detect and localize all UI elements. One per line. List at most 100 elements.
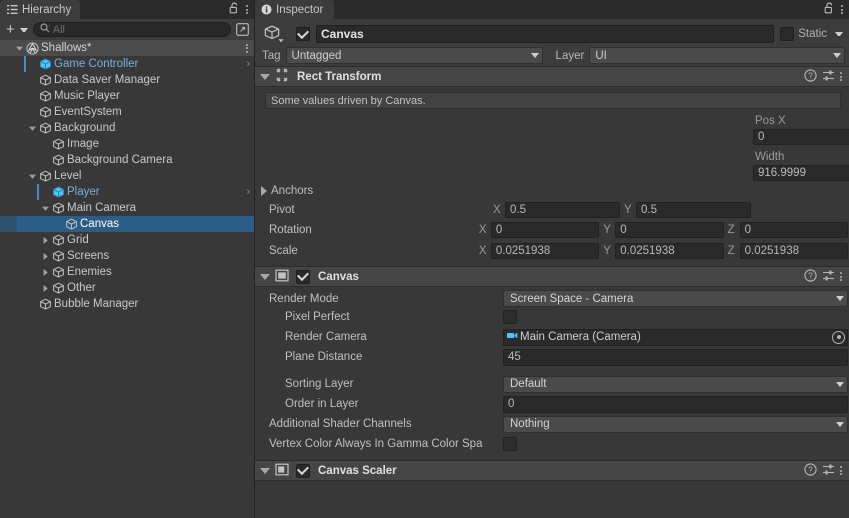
- scale-y-field[interactable]: 0.0251938: [615, 242, 724, 259]
- help-icon[interactable]: ?: [804, 268, 817, 285]
- kebab-menu-icon[interactable]: [246, 5, 248, 14]
- hierarchy-toolbar: + All: [0, 19, 254, 40]
- rotation-z-field[interactable]: 0: [739, 221, 848, 238]
- hierarchy-row-enemies[interactable]: Enemies: [0, 264, 254, 280]
- chevron-down-icon[interactable]: [39, 200, 51, 216]
- width-field[interactable]: 916.9999: [753, 165, 849, 181]
- shader-channels-dropdown[interactable]: Nothing: [503, 415, 848, 433]
- hierarchy-row-game-controller[interactable]: Game Controller ›: [0, 56, 254, 72]
- create-button[interactable]: +: [3, 22, 30, 38]
- kebab-menu-icon[interactable]: [840, 72, 842, 81]
- static-checkbox[interactable]: [780, 27, 795, 41]
- help-icon[interactable]: ?: [804, 68, 817, 85]
- arrow-spacer: [26, 56, 38, 72]
- svg-text:?: ?: [808, 464, 813, 474]
- order-in-layer-field[interactable]: 0: [503, 395, 848, 413]
- rotation-x-field[interactable]: 0: [490, 221, 600, 238]
- scale-x-value: 0.0251938: [495, 244, 551, 257]
- hierarchy-row-other[interactable]: Other: [0, 280, 254, 296]
- hierarchy-row-bubble-manager[interactable]: Bubble Manager: [0, 296, 254, 312]
- scale-z-axis: Z: [727, 244, 735, 257]
- chevron-right-icon[interactable]: [39, 280, 51, 296]
- camera-icon: [507, 331, 518, 343]
- hierarchy-row-background[interactable]: Background: [0, 120, 254, 136]
- arrow-spacer: [39, 136, 51, 152]
- hierarchy-row-screens[interactable]: Screens: [0, 248, 254, 264]
- object-picker-icon[interactable]: [832, 330, 845, 344]
- canvas-scaler-enabled-checkbox[interactable]: [296, 463, 310, 478]
- plane-distance-field[interactable]: 45: [503, 348, 848, 366]
- preset-icon[interactable]: [822, 463, 835, 479]
- hierarchy-row-shallows[interactable]: Shallows*: [0, 40, 254, 56]
- preset-icon[interactable]: [822, 69, 835, 85]
- component-header-canvas[interactable]: Canvas ?: [255, 266, 849, 287]
- hierarchy-tab-icons: [229, 0, 254, 19]
- vertex-gamma-checkbox[interactable]: [503, 437, 517, 451]
- hierarchy-row-data-saver-manager[interactable]: Data Saver Manager: [0, 72, 254, 88]
- component-title: Canvas Scaler: [318, 464, 397, 477]
- gameobject-name-field[interactable]: Canvas: [316, 25, 775, 43]
- pivot-x-field[interactable]: 0.5: [505, 201, 620, 218]
- sorting-layer-dropdown[interactable]: Default: [503, 375, 848, 393]
- scale-x-field[interactable]: 0.0251938: [490, 242, 600, 259]
- prefab-indicator: [37, 184, 39, 200]
- lock-open-icon[interactable]: [229, 2, 240, 17]
- kebab-menu-icon[interactable]: [840, 466, 842, 475]
- preset-icon[interactable]: [822, 269, 835, 285]
- kebab-menu-icon[interactable]: [246, 43, 248, 53]
- chevron-down-icon[interactable]: [26, 168, 38, 184]
- hierarchy-row-canvas[interactable]: Canvas: [0, 216, 254, 232]
- hierarchy-row-label: Main Camera: [67, 202, 137, 214]
- render-mode-dropdown[interactable]: Screen Space - Camera: [503, 290, 848, 307]
- tab-inspector[interactable]: Inspector: [255, 0, 335, 19]
- chevron-down-icon[interactable]: [26, 120, 38, 136]
- hierarchy-row-background-camera[interactable]: Background Camera: [0, 152, 254, 168]
- help-icon[interactable]: ?: [804, 462, 817, 479]
- rotation-y-field[interactable]: 0: [615, 221, 724, 238]
- hierarchy-tree[interactable]: Shallows* Game Controller › Data Saver Mana…: [0, 40, 254, 518]
- search-advanced-button[interactable]: [234, 22, 251, 38]
- chevron-down-icon[interactable]: [13, 40, 25, 56]
- canvas-enabled-checkbox[interactable]: [296, 269, 310, 284]
- hierarchy-row-image[interactable]: Image: [0, 136, 254, 152]
- pixel-perfect-checkbox[interactable]: [503, 310, 517, 324]
- chevron-right-icon[interactable]: [39, 248, 51, 264]
- canvas-icon: [275, 269, 289, 285]
- hierarchy-row-label: Music Player: [54, 90, 120, 102]
- kebab-menu-icon[interactable]: [840, 272, 842, 281]
- hierarchy-row-music-player[interactable]: Music Player: [0, 88, 254, 104]
- tab-hierarchy[interactable]: Hierarchy: [0, 0, 81, 19]
- gameobject-icon: [262, 23, 290, 45]
- expand-triangle-icon[interactable]: [261, 185, 267, 196]
- collapse-triangle-icon[interactable]: [260, 73, 270, 80]
- lock-open-icon[interactable]: [824, 2, 835, 17]
- open-prefab-icon[interactable]: ›: [246, 186, 250, 198]
- hierarchy-row-main-camera[interactable]: Main Camera: [0, 200, 254, 216]
- collapse-triangle-icon[interactable]: [260, 273, 270, 280]
- hierarchy-row-player[interactable]: Player ›: [0, 184, 254, 200]
- open-prefab-icon[interactable]: ›: [246, 58, 250, 70]
- hierarchy-row-eventsystem[interactable]: EventSystem: [0, 104, 254, 120]
- chevron-right-icon[interactable]: [39, 264, 51, 280]
- selection-indicator: [0, 216, 17, 232]
- hierarchy-row-level[interactable]: Level: [0, 168, 254, 184]
- render-camera-object-field[interactable]: Main Camera (Camera): [503, 328, 848, 346]
- component-header-rect-transform[interactable]: Rect Transform ?: [255, 66, 849, 87]
- gameobject-enabled-checkbox[interactable]: [296, 27, 310, 41]
- render-mode-row: Render Mode Screen Space - Camera: [255, 287, 849, 307]
- search-input[interactable]: All: [32, 22, 231, 37]
- chevron-right-icon[interactable]: [39, 232, 51, 248]
- pivot-y-field[interactable]: 0.5: [636, 201, 751, 218]
- kebab-menu-icon[interactable]: [841, 5, 843, 14]
- anchors-row[interactable]: Anchors: [255, 181, 849, 200]
- hierarchy-row-grid[interactable]: Grid: [0, 232, 254, 248]
- gameobject-icon: [38, 170, 53, 183]
- pos-x-field[interactable]: 0: [753, 129, 849, 145]
- tag-value: Untagged: [291, 49, 342, 62]
- component-header-canvas-scaler[interactable]: Canvas Scaler ?: [255, 460, 849, 481]
- layer-dropdown[interactable]: UI: [589, 47, 845, 64]
- tag-dropdown[interactable]: Untagged: [285, 47, 543, 64]
- collapse-triangle-icon[interactable]: [260, 467, 270, 474]
- chevron-down-icon[interactable]: [835, 32, 843, 36]
- scale-z-field[interactable]: 0.0251938: [739, 242, 848, 259]
